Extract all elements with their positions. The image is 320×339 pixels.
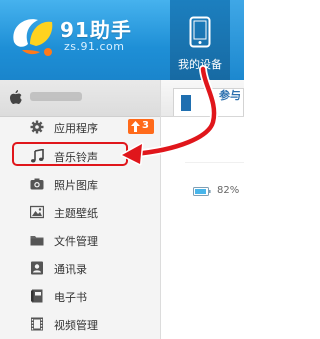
sidebar-item-wallpapers[interactable]: 主题壁纸 bbox=[0, 200, 160, 226]
logo-icon bbox=[13, 19, 53, 56]
battery-level: 82% bbox=[217, 185, 240, 196]
book-icon bbox=[31, 289, 43, 303]
device-tab-icon bbox=[181, 95, 191, 111]
camera-icon bbox=[30, 178, 44, 190]
picture-icon bbox=[30, 205, 44, 219]
app-header: 91助手 zs.91.com 我的设备 bbox=[0, 0, 244, 80]
badge-count: 3 bbox=[142, 120, 149, 131]
main-tab-bar: 参与 bbox=[161, 80, 244, 117]
film-icon bbox=[31, 317, 43, 331]
device-name-blurred bbox=[30, 92, 82, 101]
sidebar: 应用程序 3 音乐铃声 照片图库 主题壁纸 文件管理 通讯录 电子书 视频管理 bbox=[0, 80, 161, 339]
nav-tab-label: 我的设备 bbox=[178, 58, 222, 71]
sidebar-item-ebooks[interactable]: 电子书 bbox=[0, 284, 160, 310]
divider bbox=[185, 162, 244, 163]
device-row[interactable] bbox=[0, 80, 160, 117]
sidebar-item-photos[interactable]: 照片图库 bbox=[0, 172, 160, 198]
battery-icon bbox=[193, 187, 211, 196]
main-content: 参与 82% bbox=[161, 80, 244, 339]
music-highlight-box bbox=[12, 142, 128, 166]
sidebar-item-label: 文件管理 bbox=[54, 235, 98, 248]
app-title: 91助手 bbox=[60, 18, 132, 42]
sidebar-item-contacts[interactable]: 通讯录 bbox=[0, 256, 160, 282]
sidebar-item-label: 视频管理 bbox=[54, 319, 98, 332]
apple-icon bbox=[10, 90, 22, 104]
nav-tab-my-device[interactable]: 我的设备 bbox=[170, 0, 230, 80]
gear-icon bbox=[30, 120, 44, 134]
app-url: zs.91.com bbox=[64, 40, 125, 53]
header-nav-next[interactable] bbox=[230, 0, 244, 80]
phone-icon bbox=[189, 16, 211, 48]
sidebar-item-apps[interactable]: 应用程序 3 bbox=[0, 115, 160, 141]
tab-label: 参与 bbox=[219, 89, 241, 102]
sidebar-item-files[interactable]: 文件管理 bbox=[0, 228, 160, 254]
sidebar-item-label: 主题壁纸 bbox=[54, 207, 98, 220]
folder-icon bbox=[30, 236, 44, 246]
update-count-badge: 3 bbox=[128, 119, 154, 134]
sidebar-item-label: 电子书 bbox=[54, 291, 87, 304]
contacts-icon bbox=[31, 261, 43, 275]
sidebar-item-label: 应用程序 bbox=[54, 122, 98, 135]
sidebar-item-label: 照片图库 bbox=[54, 179, 98, 192]
arrow-up-icon bbox=[131, 121, 140, 132]
sidebar-item-label: 通讯录 bbox=[54, 263, 87, 276]
sidebar-item-videos[interactable]: 视频管理 bbox=[0, 312, 160, 338]
